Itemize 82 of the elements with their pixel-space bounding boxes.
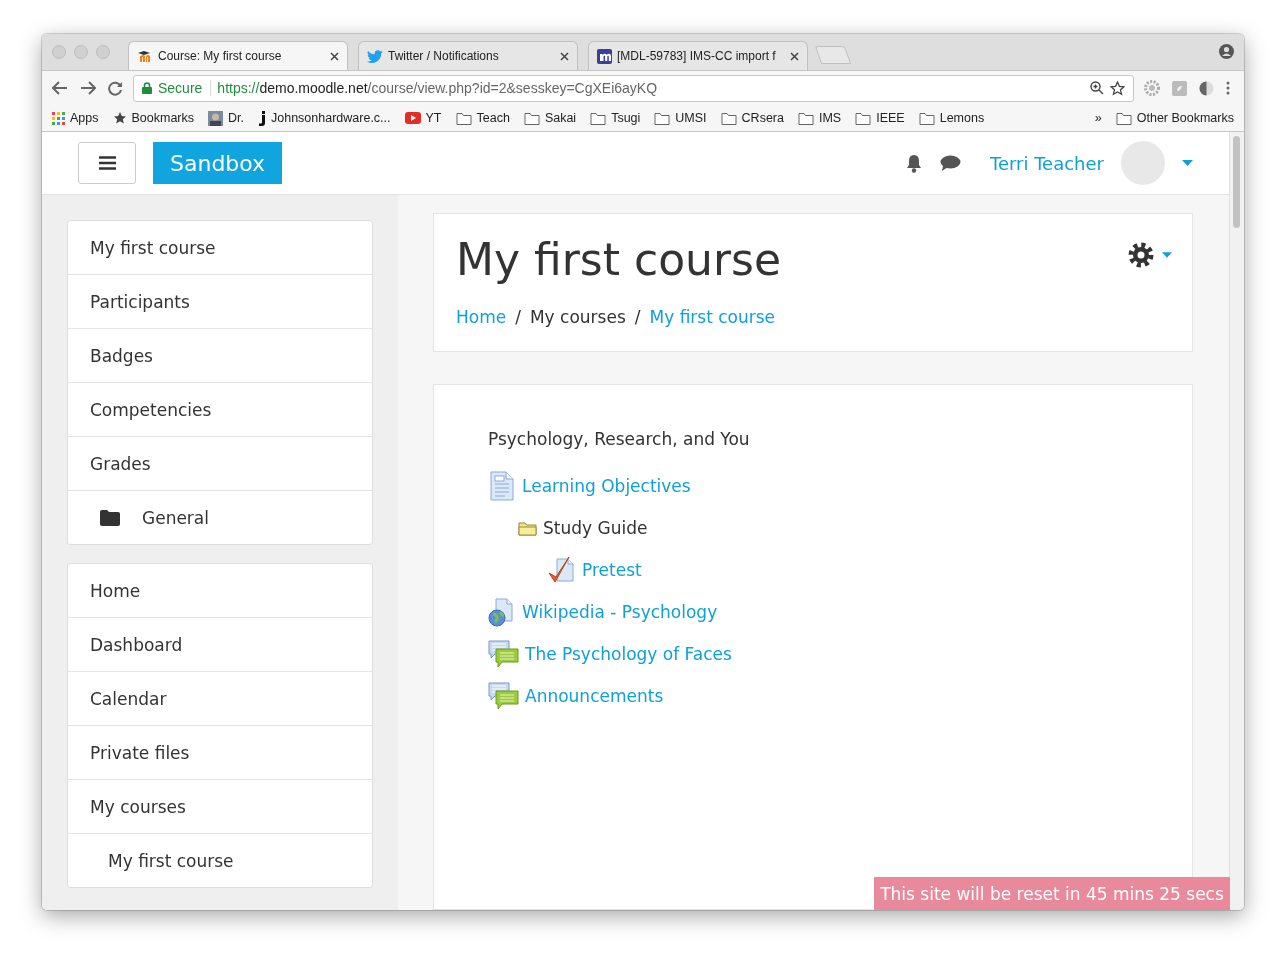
bookmark-item[interactable]: Bookmarks [112, 111, 195, 125]
sidebar-item[interactable]: Dashboard [68, 617, 372, 671]
breadcrumb-separator: / [634, 307, 641, 327]
video-play-icon [404, 112, 421, 124]
bird-icon [367, 49, 383, 63]
folder-icon [455, 111, 472, 125]
scrollbar[interactable] [1229, 132, 1244, 910]
folder-icon [518, 520, 537, 536]
menu-dots-icon[interactable] [1226, 81, 1230, 95]
forward-arrow-icon[interactable] [80, 80, 96, 95]
bookmark-item[interactable]: UMSI [654, 111, 707, 125]
bookmark-item[interactable]: Teach [455, 111, 510, 125]
bookmark-item[interactable]: Johnsonhardware.c... [258, 110, 391, 126]
sidebar-item[interactable]: My courses [68, 779, 372, 833]
reset-notice: This site will be reset in 45 mins 25 secs [874, 877, 1230, 910]
folder-icon [523, 111, 540, 125]
address-bar[interactable]: Secure https://demo.moodle.net/course/view.php?id=2&sesskey=CgXEi6ayKQ [133, 74, 1134, 102]
browser-tab[interactable]: [MDL-59783] IMS-CC import f [588, 41, 808, 70]
chat-bubbles-icon [488, 681, 519, 711]
bookmark-item[interactable]: IMS [797, 111, 842, 125]
close-icon[interactable] [330, 51, 339, 61]
bookmark-item[interactable]: Dr. [208, 110, 244, 126]
sidebar-item[interactable]: Participants [68, 274, 372, 328]
folder-icon [654, 111, 671, 125]
folder-icon [100, 509, 120, 526]
folder-icon [918, 111, 935, 125]
more-bookmarks-button[interactable]: » [1094, 111, 1102, 125]
browser-tab[interactable]: Twitter / Notifications [358, 41, 578, 70]
star-icon [112, 111, 127, 125]
breadcrumb-item: My courses [529, 307, 626, 327]
bookmark-item[interactable]: Apps [52, 111, 99, 125]
back-arrow-icon[interactable] [52, 80, 68, 95]
settings-icon[interactable] [1128, 242, 1154, 268]
folder-icon [590, 111, 607, 125]
sidebar-item[interactable]: Grades [68, 436, 372, 490]
folder-icon [797, 111, 814, 125]
star-icon[interactable] [1110, 80, 1125, 96]
menu-button[interactable] [78, 142, 136, 184]
caret-icon[interactable] [1162, 252, 1172, 258]
bookmark-item[interactable]: Sakai [523, 111, 577, 125]
page-title: My first course [456, 234, 782, 285]
sidebar-item[interactable]: Home [68, 564, 372, 617]
sidebar-item[interactable]: Badges [68, 328, 372, 382]
caret-icon[interactable] [1182, 160, 1193, 166]
picture-icon [208, 110, 224, 126]
apps-grid-icon [52, 111, 65, 125]
bookmark-item[interactable]: Lemons [918, 111, 985, 125]
bookmark-item[interactable]: Tsugi [590, 111, 641, 125]
bookmark-item[interactable]: CRsera [720, 111, 784, 125]
sidebar-item[interactable]: My first course [68, 221, 372, 274]
breadcrumb-separator: / [515, 307, 521, 327]
checkmark-page-icon [548, 555, 576, 585]
browser-tab[interactable]: Course: My first course [128, 41, 348, 70]
close-icon[interactable] [560, 51, 569, 61]
zoom-icon[interactable] [1090, 81, 1104, 95]
menu-icon [98, 156, 116, 170]
reload-icon[interactable] [108, 80, 123, 96]
folder-icon [1115, 111, 1132, 125]
bell-icon[interactable] [904, 153, 923, 173]
page-icon [488, 471, 516, 501]
sidebar-item[interactable]: My first course [68, 833, 372, 887]
half-circle-icon[interactable] [1199, 80, 1214, 96]
bookmark-item[interactable]: Other Bookmarks [1115, 111, 1234, 125]
bookmark-item[interactable]: YT [404, 111, 442, 125]
sidebar-item[interactable]: Competencies [68, 382, 372, 436]
globe-page-icon [488, 597, 516, 627]
chat-bubbles-icon [488, 639, 519, 669]
chat-bubble-icon[interactable] [939, 154, 961, 172]
favicon-icon [258, 110, 266, 126]
sidebar-item[interactable]: Calendar [68, 671, 372, 725]
profile-icon[interactable] [1219, 44, 1234, 59]
close-icon[interactable] [790, 51, 799, 61]
folder-icon [720, 111, 737, 125]
tracker-logo-icon [597, 48, 612, 64]
sidebar-item[interactable]: Private files [68, 725, 372, 779]
folder-label: Study Guide [543, 518, 648, 538]
sidebar-item[interactable]: General [68, 490, 372, 544]
folder-icon [855, 111, 872, 125]
lock-icon [142, 82, 152, 94]
section-title: Psychology, Research, and You [488, 429, 751, 449]
bookmark-item[interactable]: IEEE [855, 111, 905, 125]
hat-icon [137, 50, 153, 62]
